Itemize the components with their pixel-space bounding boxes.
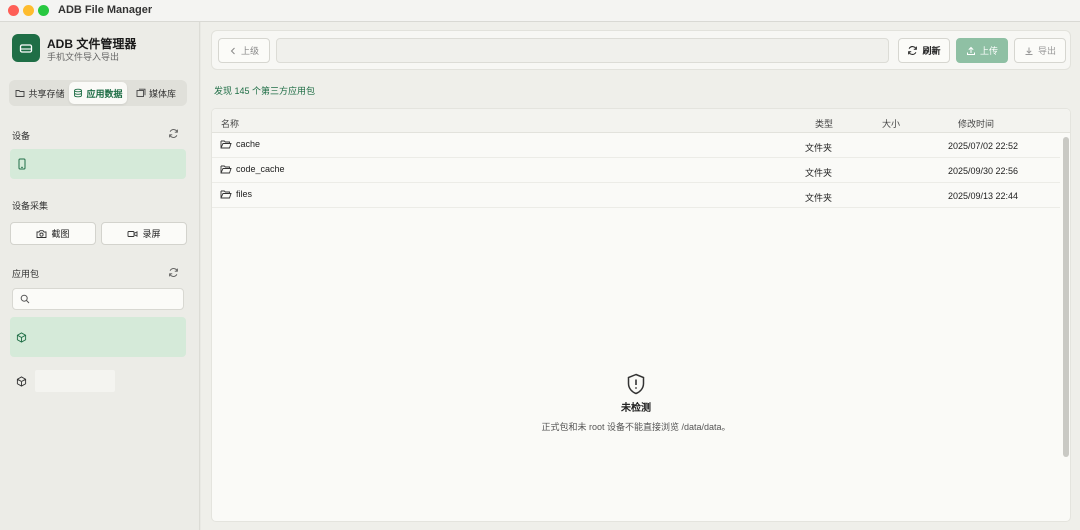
device-item[interactable] [10,149,186,179]
header-size[interactable]: 大小 [882,117,900,130]
path-input[interactable] [276,38,889,63]
refresh-label: 刷新 [922,46,941,56]
app-subtitle: 手机文件导入导出 [47,52,120,62]
upload-icon [966,46,975,55]
file-name-cell: code_cache [220,164,285,174]
record-label: 录屏 [142,229,161,239]
up-level-button[interactable]: 上级 [218,38,270,63]
file-type: 文件夹 [805,168,833,178]
file-modified: 2025/09/13 22:44 [948,191,1019,201]
upload-label: 上传 [979,46,998,56]
folder-icon [16,90,25,97]
empty-state: 未检测 正式包和未 root 设备不能直接浏览 /data/data。 [212,373,1060,433]
header-type[interactable]: 类型 [815,117,833,130]
toolbar: 上级 刷新 上传 导出 [211,30,1071,70]
package-count-status: 发现 145 个第三方应用包 [214,86,316,96]
table-row[interactable]: code_cache 文件夹 2025/09/30 22:56 [212,158,1060,183]
export-label: 导出 [1037,46,1056,56]
file-name-cell: files [220,189,252,199]
file-type: 文件夹 [805,193,833,203]
title-bar: ADB File Manager [0,0,1080,22]
capture-heading: 设备采集 [12,201,49,211]
file-table: 名称 类型 大小 修改时间 cache 文件夹 2025/07/02 22:52… [211,108,1071,522]
table-header: 名称 类型 大小 修改时间 [212,109,1070,133]
download-icon [1025,47,1033,55]
file-name: files [236,189,253,199]
window-title: ADB File Manager [58,4,153,16]
refresh-devices-icon[interactable] [166,126,180,140]
file-modified: 2025/07/02 22:52 [948,141,1019,151]
package-icon [16,375,27,387]
database-icon [74,88,83,98]
package-item[interactable] [10,369,186,393]
tab-label: 共享存储 [28,88,65,99]
close-window-button[interactable] [8,5,19,16]
camera-icon [37,229,47,238]
file-name-cell: cache [220,139,260,149]
screenshot-button[interactable]: 截图 [10,222,96,245]
file-name: cache [236,139,261,149]
file-name: code_cache [236,164,285,174]
scrollbar-thumb[interactable] [1063,137,1069,457]
table-row[interactable]: cache 文件夹 2025/07/02 22:52 [212,133,1060,158]
package-name-placeholder [35,370,115,392]
vertical-scrollbar[interactable] [1063,133,1069,521]
tab-app-data[interactable]: 应用数据 [69,82,127,104]
header-name[interactable]: 名称 [221,117,239,130]
video-icon [128,230,138,237]
tab-shared-storage[interactable]: 共享存储 [11,82,69,104]
chevron-left-icon [230,47,235,54]
package-item-selected[interactable] [10,317,186,357]
zoom-window-button[interactable] [38,5,49,16]
tab-media-library[interactable]: 媒体库 [127,82,185,104]
package-search-input[interactable] [12,288,184,310]
refresh-button[interactable]: 刷新 [898,38,950,63]
screenshot-label: 截图 [51,229,70,239]
shield-alert-icon [627,373,645,395]
up-level-label: 上级 [240,46,259,56]
search-icon [20,294,30,304]
tab-label: 媒体库 [148,88,176,99]
view-tabs: 共享存储 应用数据 媒体库 [9,80,187,106]
tab-label: 应用数据 [86,88,123,99]
folder-open-icon [220,190,232,199]
packages-heading: 应用包 [12,269,40,279]
app-logo-icon [12,34,40,62]
export-button[interactable]: 导出 [1014,38,1066,63]
upload-button[interactable]: 上传 [956,38,1008,63]
phone-icon [18,158,26,170]
refresh-icon [908,46,918,55]
package-icon [16,331,27,343]
table-row[interactable]: files 文件夹 2025/09/13 22:44 [212,183,1060,208]
empty-state-message: 正式包和未 root 设备不能直接浏览 /data/data。 [541,422,731,432]
refresh-packages-icon[interactable] [166,265,180,279]
sidebar: ADB 文件管理器 手机文件导入导出 共享存储 应用数据 媒体库 设备 设备采集… [0,22,200,530]
record-button[interactable]: 录屏 [101,222,187,245]
images-icon [136,88,146,97]
folder-open-icon [220,140,232,149]
folder-open-icon [220,165,232,174]
file-modified: 2025/09/30 22:56 [948,166,1019,176]
file-type: 文件夹 [805,143,833,153]
main-panel: 上级 刷新 上传 导出 发现 145 个第三方应用包 名称 类型 大小 修改时间… [201,22,1080,530]
empty-state-title: 未检测 [621,403,651,414]
header-modified[interactable]: 修改时间 [958,117,994,130]
devices-heading: 设备 [12,131,31,141]
minimize-window-button[interactable] [23,5,34,16]
